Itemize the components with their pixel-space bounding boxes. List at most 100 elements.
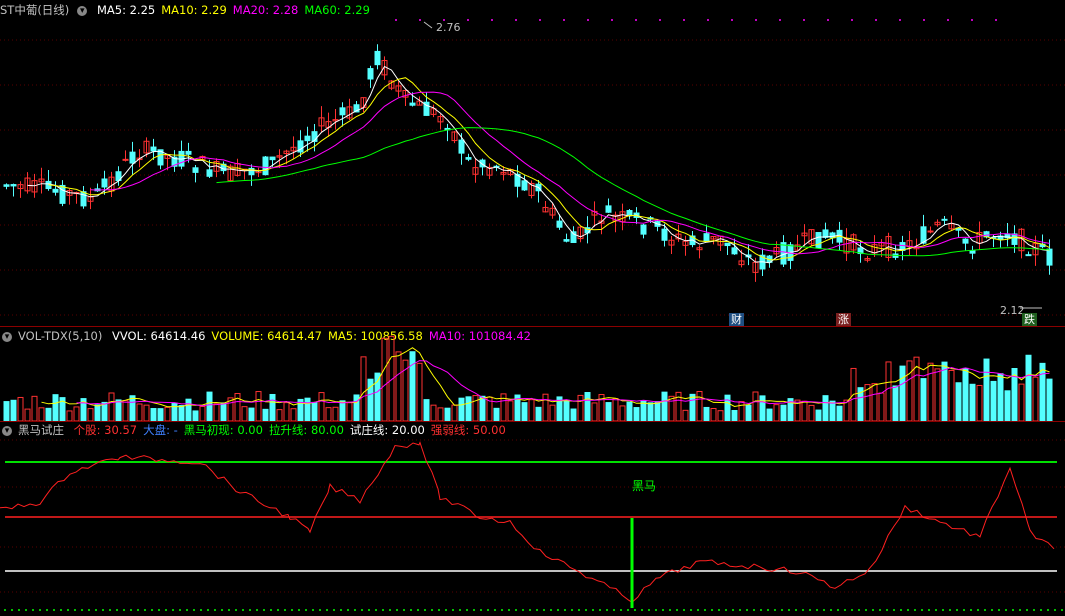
volume-bar — [612, 398, 619, 421]
bottom-dot — [81, 609, 83, 611]
bottom-dot — [676, 609, 678, 611]
volume-bar — [759, 395, 766, 421]
top-dot — [971, 19, 973, 21]
bottom-dot — [487, 609, 489, 611]
bottom-dot — [88, 609, 90, 611]
bottom-dot — [697, 609, 699, 611]
volume-bar — [1025, 354, 1032, 421]
black-horse-annotation: 黑马 — [632, 479, 657, 493]
bottom-dot — [774, 609, 776, 611]
volume-bar — [731, 410, 738, 421]
bottom-dot — [109, 609, 111, 611]
volume-bar — [241, 406, 248, 421]
top-dot — [995, 19, 997, 21]
bottom-dot — [655, 609, 657, 611]
volume-bar — [584, 392, 591, 421]
bottom-dot — [291, 609, 293, 611]
volume-bar — [332, 406, 339, 421]
volume-bar — [647, 402, 654, 421]
bottom-dot — [690, 609, 692, 611]
marker-rise[interactable]: 涨 — [836, 313, 851, 326]
bottom-dot — [445, 609, 447, 611]
bottom-dot — [382, 609, 384, 611]
volume-bar — [822, 395, 829, 421]
volume-bar — [815, 409, 822, 421]
bottom-dot — [571, 609, 573, 611]
bottom-dot — [557, 609, 559, 611]
top-dot — [539, 19, 541, 21]
volume-bar — [136, 403, 143, 421]
volume-bar — [129, 395, 136, 421]
volume-bar — [507, 400, 514, 421]
volume-bar — [73, 406, 80, 421]
top-dot — [851, 19, 853, 21]
volume-bar — [304, 397, 311, 421]
candle-body — [80, 191, 87, 207]
bottom-dot — [984, 609, 986, 611]
bottom-dot — [634, 609, 636, 611]
volume-bar — [444, 407, 451, 421]
candle-body — [458, 139, 465, 154]
volume-bar — [157, 408, 164, 421]
volume-bar — [1039, 362, 1046, 421]
volume-bar — [983, 358, 990, 421]
volume-bar — [633, 407, 640, 421]
volume-bar — [479, 395, 486, 421]
bottom-dot — [410, 609, 412, 611]
volume-bar — [346, 402, 353, 421]
bottom-dot — [417, 609, 419, 611]
volume-bar — [1032, 376, 1039, 421]
bottom-dot — [991, 609, 993, 611]
bottom-dot — [725, 609, 727, 611]
top-dot — [419, 19, 421, 21]
candle-body — [367, 68, 374, 80]
bottom-dot — [221, 609, 223, 611]
candle-body — [59, 184, 66, 204]
candle-body — [1011, 233, 1018, 245]
candle-body — [409, 102, 416, 106]
marker-finance[interactable]: 财 — [729, 313, 744, 326]
bottom-dot — [123, 609, 125, 611]
bottom-dot — [179, 609, 181, 611]
volume-bar — [423, 399, 430, 421]
bottom-dot — [116, 609, 118, 611]
bottom-dot — [305, 609, 307, 611]
bottom-dot — [389, 609, 391, 611]
bottom-dot — [431, 609, 433, 611]
bottom-dot — [46, 609, 48, 611]
bottom-dot — [18, 609, 20, 611]
volume-bar — [962, 367, 969, 421]
volume-bar — [920, 378, 927, 421]
bottom-dot — [263, 609, 265, 611]
bottom-dot — [550, 609, 552, 611]
candle-body — [269, 156, 276, 161]
candle-body — [815, 232, 822, 249]
candle-body — [703, 233, 710, 242]
bottom-dot — [865, 609, 867, 611]
volume-bar — [255, 391, 262, 421]
bottom-dot — [599, 609, 601, 611]
candle-body — [185, 150, 192, 155]
volume-bar — [409, 351, 416, 421]
bottom-dot — [368, 609, 370, 611]
bottom-dot — [802, 609, 804, 611]
candlestick-chart[interactable] — [0, 0, 1065, 325]
bottom-dot — [823, 609, 825, 611]
high-price-label: 2.76 — [436, 21, 461, 34]
volume-bar — [717, 410, 724, 421]
volume-bar — [395, 351, 402, 421]
bottom-dot — [921, 609, 923, 611]
bottom-dot — [200, 609, 202, 611]
bottom-dot — [970, 609, 972, 611]
bottom-dot — [942, 609, 944, 611]
bottom-dot — [193, 609, 195, 611]
volume-chart[interactable] — [0, 326, 1065, 421]
candle-body — [465, 157, 472, 160]
volume-bar — [780, 404, 787, 421]
volume-bar — [381, 337, 388, 421]
candle-body — [374, 50, 381, 66]
indicator-chart[interactable] — [0, 422, 1065, 616]
top-dot — [587, 19, 589, 21]
bottom-dot — [949, 609, 951, 611]
marker-fall[interactable]: 跌 — [1022, 313, 1037, 326]
